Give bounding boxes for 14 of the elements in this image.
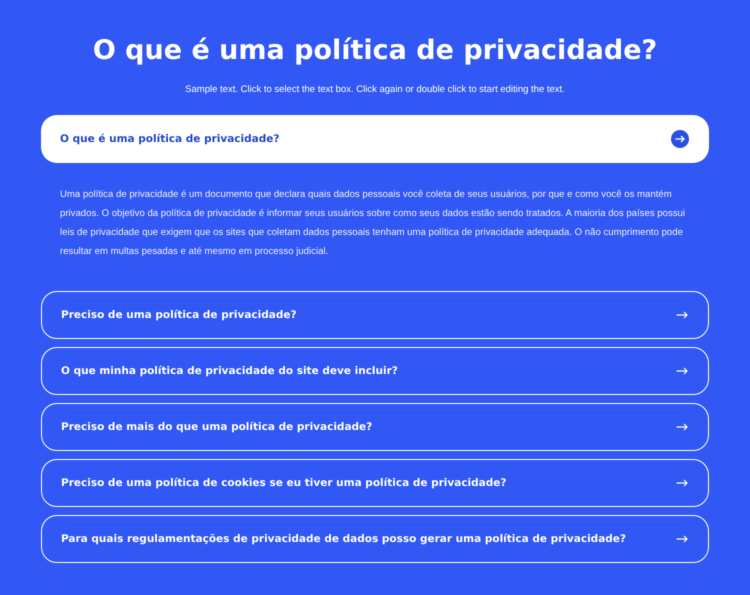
arrow-icon [676, 535, 688, 543]
arrow-icon [676, 311, 688, 319]
faq-question[interactable]: Preciso de mais do que uma política de privacidade? [41, 403, 709, 451]
faq-question[interactable]: O que é uma política de privacidade? [41, 115, 709, 163]
arrow-icon [676, 423, 688, 431]
page-title: O que é uma política de privacidade? [92, 34, 658, 68]
faq-question[interactable]: Para quais regulamentações de privacidade de dados posso gerar uma política de privacidade? [41, 515, 709, 563]
faq-answer: Uma política de privacidade é um documento que declara quais dados pessoais você coleta de seus usuários, por que e como você os mantém privados. O objetivo da política de privacidade é informar seus usuários sobre como seus dados estão sendo tratados. A maioria dos países possui leis de privacidade que exigem que os sites que coletam dados pessoais tenham uma política de privacidade adequada. O não cumprimento pode resultar em multas pesadas e até mesmo em processo judicial. [59, 188, 686, 259]
faq-question[interactable]: Preciso de uma política de privacidade? [41, 291, 709, 339]
faq-question[interactable]: O que minha política de privacidade do site deve incluir? [41, 347, 709, 395]
faq-question[interactable]: Preciso de uma política de cookies se eu tiver uma política de privacidade? [41, 459, 709, 507]
arrow-icon [676, 479, 688, 487]
arrow-icon [676, 367, 688, 375]
subtitle: Sample text. Click to select the text box. Click again or double click to start editing the text. [185, 84, 565, 95]
